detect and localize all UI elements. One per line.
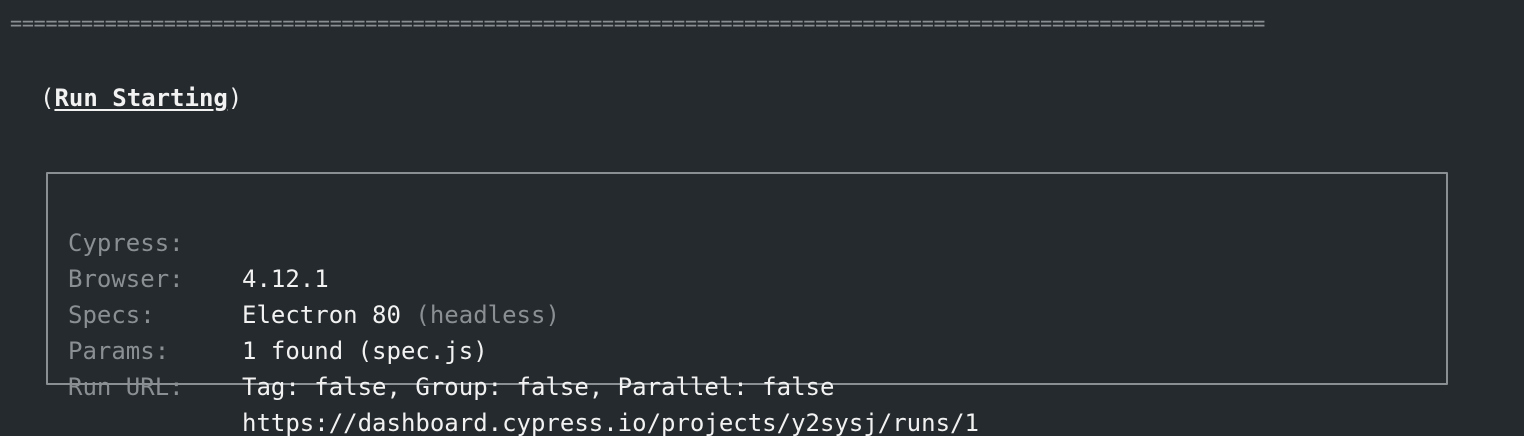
heading-title: Run Starting bbox=[54, 84, 228, 112]
run-url-label: Run URL: bbox=[68, 373, 184, 401]
heading-open-paren: ( bbox=[40, 84, 55, 112]
run-info-rows: Cypress: 4.12.1 Browser: Electron 80 (he… bbox=[68, 189, 1438, 436]
params-value: Tag: false, Group: false, Parallel: fals… bbox=[242, 373, 835, 401]
run-starting-heading: (Run Starting) bbox=[40, 82, 242, 114]
separator-line: ========================================… bbox=[10, 12, 1266, 34]
specs-row: Specs: 1 found (spec.js) bbox=[68, 261, 1438, 365]
heading-close-paren: ) bbox=[227, 84, 243, 112]
params-row: Params: Tag: false, Group: false, Parall… bbox=[68, 297, 1438, 401]
browser-row: Browser: Electron 80 (headless) bbox=[68, 225, 1438, 329]
run-url-link[interactable]: https://dashboard.cypress.io/projects/y2… bbox=[242, 405, 979, 436]
cypress-row: Cypress: 4.12.1 bbox=[68, 189, 1438, 293]
run-url-row: Run URL: https://dashboard.cypress.io/pr… bbox=[68, 333, 1438, 436]
